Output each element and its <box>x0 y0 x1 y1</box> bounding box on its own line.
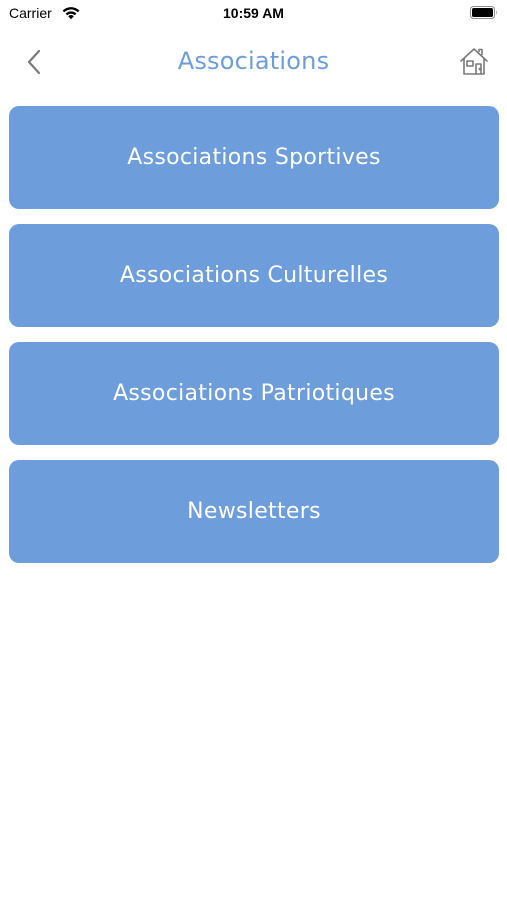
menu-item-associations-culturelles[interactable]: Associations Culturelles <box>9 224 499 327</box>
menu-item-label: Associations Patriotiques <box>113 381 395 406</box>
home-icon <box>460 48 488 75</box>
menu-item-label: Associations Sportives <box>127 145 381 170</box>
page-title: Associations <box>177 47 330 75</box>
menu-item-label: Associations Culturelles <box>119 263 389 288</box>
nav-bar: Associations <box>0 36 507 88</box>
menu-item-associations-patriotiques[interactable]: Associations Patriotiques <box>9 342 499 445</box>
menu-item-associations-sportives[interactable]: Associations Sportives <box>9 106 499 209</box>
status-bar: Carrier 10:59 AM <box>0 0 507 28</box>
menu-item-label: Newsletters <box>187 499 321 524</box>
menu-item-newsletters[interactable]: Newsletters <box>9 460 499 563</box>
clock: 10:59 AM <box>223 5 284 21</box>
associations-menu: Associations Sportives Associations Cult… <box>9 106 499 578</box>
home-button[interactable] <box>458 46 490 78</box>
battery-icon <box>470 6 497 19</box>
